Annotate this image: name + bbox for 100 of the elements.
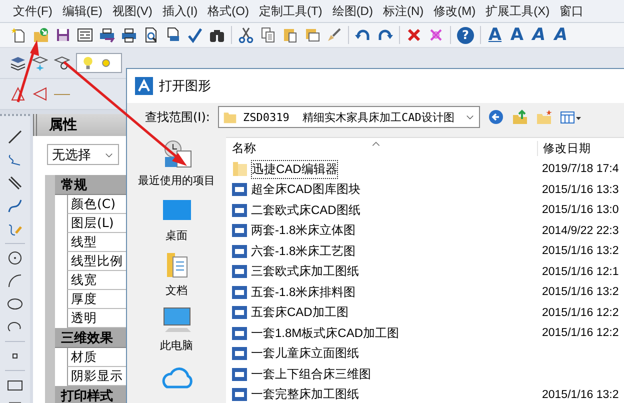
- cad-file-icon: [232, 183, 247, 196]
- modified-date: 2019/7/18 17:4: [541, 163, 619, 176]
- sun-icon: [99, 56, 113, 70]
- text-style-button[interactable]: A: [506, 24, 528, 46]
- layers-icon: [10, 55, 26, 71]
- file-name[interactable]: 一套完整床加工图纸: [251, 386, 359, 403]
- menu-item[interactable]: 定制工具(T): [254, 2, 328, 20]
- menu-item[interactable]: 修改(M): [428, 2, 481, 20]
- modified-date: 2015/1/16 12:2: [541, 306, 619, 319]
- menu-item[interactable]: 插入(I): [157, 2, 203, 20]
- up-folder-button[interactable]: [512, 109, 528, 125]
- open-folder-icon: [33, 27, 49, 43]
- cad-file-icon: [232, 326, 247, 340]
- paste-icon: [282, 27, 298, 43]
- property-group[interactable]: 打印样式: [55, 386, 126, 403]
- file-name[interactable]: 超全床CAD图库图块: [251, 181, 360, 198]
- layer-states-icon: [32, 55, 48, 71]
- look-in-label: 查找范围(I):: [145, 108, 210, 126]
- menu-item[interactable]: 窗口: [554, 2, 589, 20]
- arc-tool-icon: [7, 273, 23, 289]
- view-grid-icon: [560, 109, 582, 125]
- menu-item[interactable]: 扩展工具(X): [480, 2, 555, 20]
- modified-date: 2015/1/16 12:1: [541, 266, 619, 278]
- property-group[interactable]: 三维效果: [55, 328, 126, 348]
- scissors-icon: [238, 27, 254, 43]
- menu-item[interactable]: 绘图(D): [327, 2, 378, 20]
- file-name[interactable]: 五套-1.8米床排料图: [251, 284, 356, 301]
- menu-item[interactable]: 格式(O): [202, 2, 254, 20]
- back-button[interactable]: [488, 109, 504, 125]
- triangle-icon: [10, 86, 26, 102]
- spline-tool-icon: [7, 198, 23, 214]
- printer-icon: [121, 27, 137, 43]
- new-file-icon: [11, 27, 27, 43]
- file-name[interactable]: 三套欧式床加工图纸: [251, 263, 359, 280]
- polyline-tool-icon: [7, 152, 23, 168]
- place-item[interactable]: 桌面: [160, 194, 192, 243]
- copy-icon: [260, 27, 276, 43]
- up-folder-icon: [512, 109, 528, 125]
- text-pen-button[interactable]: A: [550, 24, 572, 46]
- menu-item[interactable]: 视图(V): [107, 2, 158, 20]
- column-header[interactable]: 修改日期: [543, 143, 591, 155]
- cad-file-icon: [232, 244, 247, 258]
- delete-x-icon: [406, 27, 422, 43]
- modified-date: 2015/1/16 13:2: [541, 245, 619, 258]
- paste-block-icon: [304, 27, 320, 43]
- file-name[interactable]: 一套1.8M板式床CAD加工图: [251, 324, 400, 342]
- publish-icon: [165, 27, 181, 43]
- layer-search-icon: [54, 55, 70, 71]
- recover-drawing-icon: [77, 27, 93, 43]
- layer-dropdown[interactable]: [76, 53, 122, 73]
- text-style-button[interactable]: A: [484, 24, 506, 46]
- undo-icon: [355, 27, 371, 43]
- redo-icon: [377, 27, 393, 43]
- brush-icon: [326, 27, 342, 43]
- print-preview-icon: [143, 27, 159, 43]
- cad-file-icon: [232, 347, 247, 360]
- file-name[interactable]: 二套欧式床CAD图纸: [251, 202, 360, 219]
- file-name[interactable]: 迅捷CAD编辑器: [252, 160, 338, 178]
- place-item[interactable]: 文档: [160, 249, 192, 298]
- cone-icon: [32, 86, 48, 102]
- property-group[interactable]: 常规: [55, 175, 126, 195]
- file-name[interactable]: 五套床CAD加工图: [251, 304, 348, 322]
- file-name[interactable]: 六套-1.8米床工艺图: [251, 242, 356, 260]
- line-tool-icon: [7, 129, 23, 145]
- file-name[interactable]: 两套-1.8米床立体图: [251, 222, 356, 240]
- menu-item[interactable]: 文件(F): [8, 2, 58, 20]
- place-item[interactable]: 此电脑: [160, 304, 193, 353]
- menu-item[interactable]: 编辑(E): [57, 2, 108, 20]
- dash-line-icon: [54, 92, 70, 96]
- file-name[interactable]: 一套儿童床立面图纸: [251, 345, 359, 362]
- look-in-dropdown[interactable]: ZSD0319 精细实木家具床加工CAD设计图: [218, 106, 480, 128]
- help-button[interactable]: ?: [457, 26, 474, 44]
- view-menu-button[interactable]: [560, 109, 582, 125]
- spell-check-icon: [187, 27, 203, 43]
- panel-title: 属性: [33, 114, 126, 136]
- menu-item[interactable]: 标注(N): [378, 2, 429, 20]
- selection-dropdown[interactable]: 无选择: [47, 144, 119, 165]
- new-folder-button[interactable]: [536, 109, 552, 125]
- file-name[interactable]: 一套上下组合床三维图: [251, 366, 371, 383]
- plotter-icon: [99, 27, 115, 43]
- cad-file-icon: [232, 306, 247, 320]
- annotation-arrow: [16, 40, 39, 102]
- cad-file-icon: [232, 204, 247, 217]
- modified-date: 2015/1/16 13:2: [541, 388, 619, 401]
- modified-date: 2015/1/16 12:2: [541, 327, 619, 340]
- binoculars-icon: [209, 27, 225, 43]
- modified-date: 2015/1/16 13:2: [541, 286, 619, 298]
- circle-tool-icon: [7, 250, 23, 266]
- modified-date: 2015/1/16 13:3: [541, 184, 619, 196]
- cad-file-icon: [232, 286, 247, 299]
- text-edit-button[interactable]: A: [528, 24, 550, 46]
- ellipse-tool-icon: [7, 296, 23, 312]
- dialog-title: 打开图形: [159, 78, 211, 95]
- cad-file-icon: [232, 265, 247, 278]
- modified-date: 2015/1/16 13:0: [541, 204, 619, 216]
- lightbulb-icon: [81, 56, 95, 70]
- new-folder-icon: [536, 109, 552, 125]
- multiline-tool-icon: [7, 175, 23, 191]
- purge-icon: [428, 27, 444, 43]
- column-header[interactable]: 名称: [232, 140, 256, 157]
